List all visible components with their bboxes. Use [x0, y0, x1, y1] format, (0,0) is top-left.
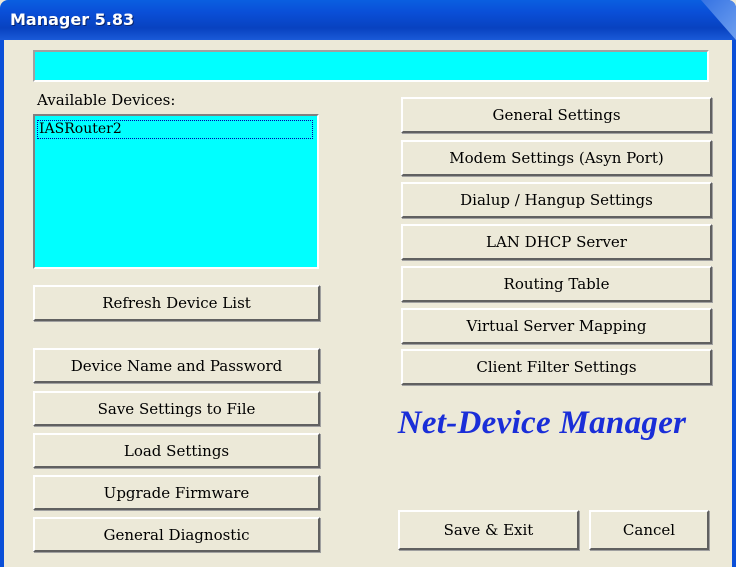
title-bar-corner — [701, 0, 736, 40]
device-list[interactable]: IASRouter2 — [33, 114, 319, 269]
upgrade-firmware-button[interactable]: Upgrade Firmware — [33, 475, 320, 510]
window-title: Manager 5.83 — [10, 10, 135, 29]
save-settings-to-file-button[interactable]: Save Settings to File — [33, 391, 320, 426]
virtual-server-mapping-button[interactable]: Virtual Server Mapping — [401, 308, 712, 344]
client-filter-settings-button[interactable]: Client Filter Settings — [401, 349, 712, 385]
lan-dhcp-server-button[interactable]: LAN DHCP Server — [401, 224, 712, 260]
load-settings-button[interactable]: Load Settings — [33, 433, 320, 468]
available-devices-label: Available Devices: — [37, 91, 176, 109]
device-name-password-button[interactable]: Device Name and Password — [33, 348, 320, 383]
save-and-exit-button[interactable]: Save & Exit — [398, 510, 579, 550]
brand-title: Net-Device Manager — [397, 405, 687, 441]
status-field — [33, 50, 709, 82]
window-border-right — [732, 40, 736, 567]
dialup-hangup-settings-button[interactable]: Dialup / Hangup Settings — [401, 182, 712, 218]
general-diagnostic-button[interactable]: General Diagnostic — [33, 517, 320, 552]
refresh-device-list-button[interactable]: Refresh Device List — [33, 285, 320, 321]
device-list-item[interactable]: IASRouter2 — [37, 120, 313, 139]
title-bar[interactable]: Manager 5.83 — [0, 0, 736, 40]
general-settings-button[interactable]: General Settings — [401, 97, 712, 133]
window-border-left — [0, 40, 4, 567]
modem-settings-button[interactable]: Modem Settings (Asyn Port) — [401, 140, 712, 176]
routing-table-button[interactable]: Routing Table — [401, 266, 712, 302]
cancel-button[interactable]: Cancel — [589, 510, 709, 550]
manager-window: Manager 5.83 Available Devices: IASRoute… — [0, 0, 736, 567]
